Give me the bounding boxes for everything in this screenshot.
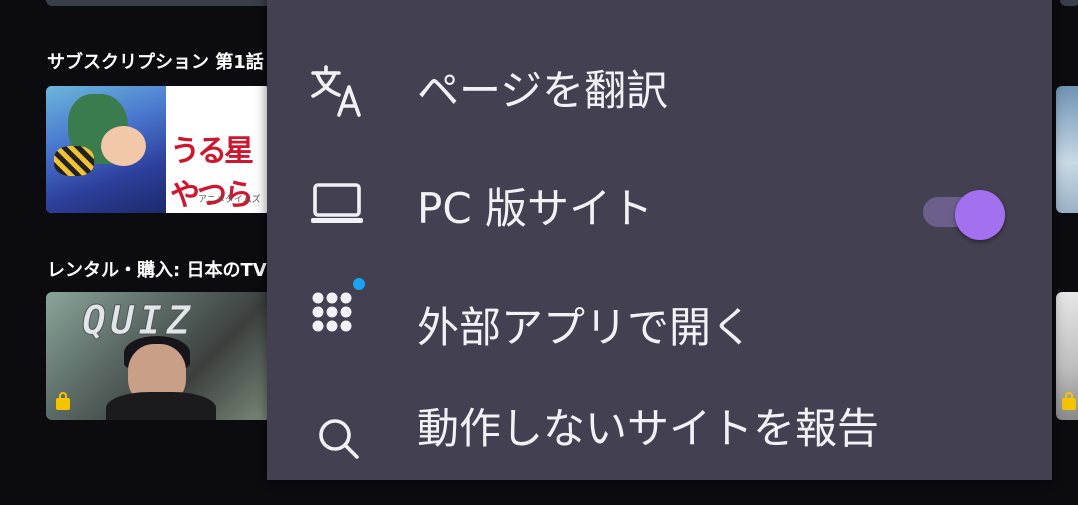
menu-item-label: 動作しないサイトを報告 [417,404,880,453]
translate-icon [311,65,361,117]
menu-item-label: ページを翻訳 [417,66,669,115]
desktop-site-toggle[interactable] [921,190,1005,240]
thumbnail-right-partial-1[interactable] [1056,86,1078,213]
menu-item-desktop-site[interactable]: PC 版サイト [267,163,1052,273]
thumbnail-overlay-text: QUIZ [81,298,195,345]
thumbnail-quiz[interactable]: QUIZ [46,292,271,420]
menu-item-translate[interactable]: ページを翻訳 [267,45,1052,155]
shelf-title-subscription: サブスクリプション 第1話 [47,52,264,73]
notification-dot [353,278,365,290]
thumbnail-top-right-partial[interactable] [1060,0,1078,6]
thumbnail-artwork [46,86,166,213]
menu-item-report-site[interactable]: 動作しないサイトを報告 [267,395,1052,505]
toggle-knob [955,190,1005,240]
apps-grid-icon [312,278,365,332]
menu-item-label: PC 版サイト [417,184,654,233]
thumbnail-urusei-yatsura[interactable]: うる星やつら アニメタイムズ [46,86,271,213]
menu-item-open-in-app[interactable]: 外部アプリで開く [267,278,1052,392]
thumbnail-right-partial-2[interactable] [1056,292,1078,420]
laptop-icon [311,183,363,223]
lock-icon [56,392,70,410]
brand-label: アニメタイムズ [198,195,261,205]
shelf-title-rental: レンタル・購入: 日本のTV [47,260,267,281]
lock-icon [1062,392,1076,410]
browser-overflow-menu: ページを翻訳 PC 版サイト 外部アプリで開く 動作しないサイトを報告 [267,0,1052,480]
search-icon [319,419,359,459]
thumbnail-top-partial[interactable] [46,0,271,6]
menu-item-label: 外部アプリで開く [417,303,754,352]
